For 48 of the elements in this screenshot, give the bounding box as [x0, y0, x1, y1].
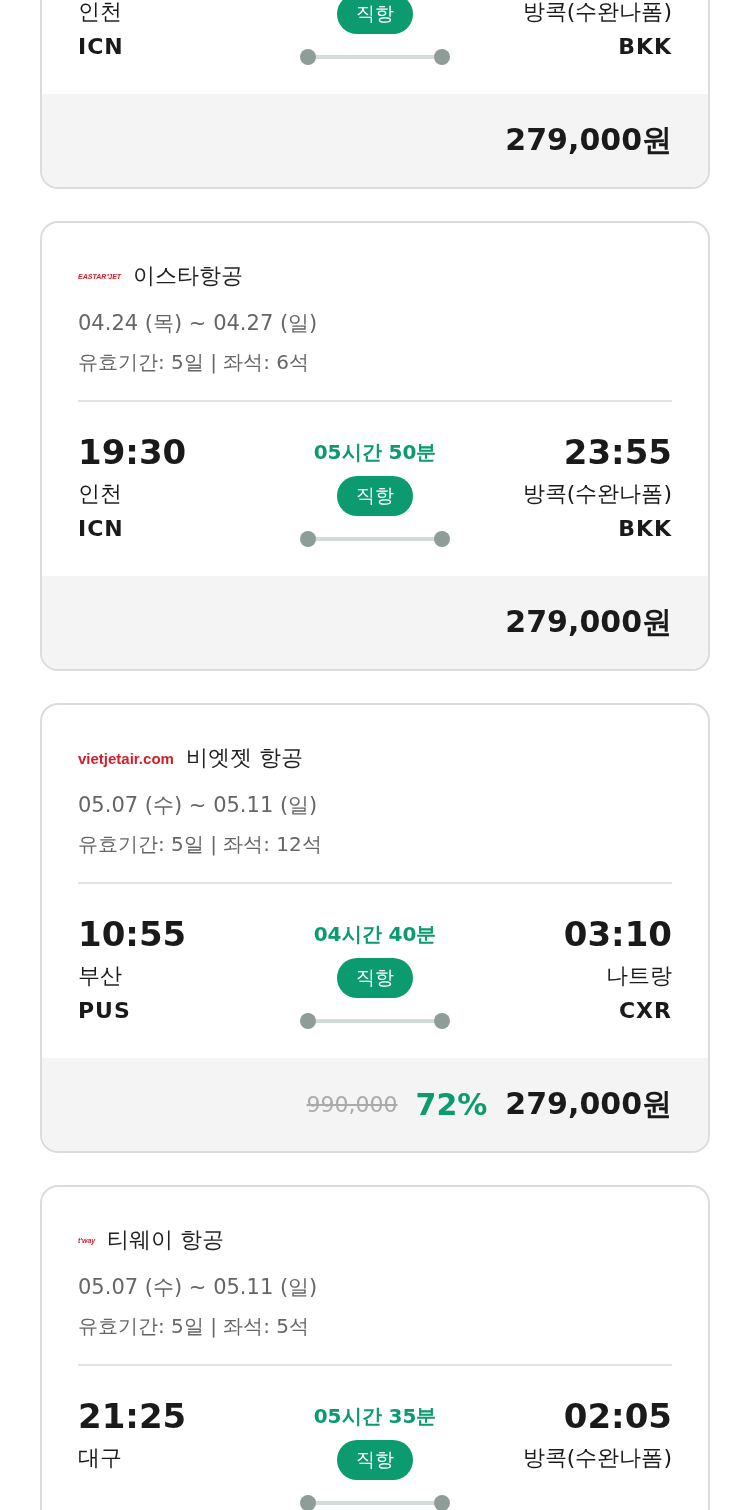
- airline-name: 티웨이 항공: [107, 1226, 225, 1254]
- airline-name: 이스타항공: [133, 262, 244, 290]
- validity-seats: 유효기간: 5일 | 좌석: 12석: [42, 819, 708, 858]
- departure-city: 인천: [78, 0, 122, 26]
- departure-code: ICN: [78, 33, 124, 61]
- arrival-code: BKK: [618, 33, 672, 61]
- arrival-code: CXR: [618, 997, 672, 1025]
- flight-card[interactable]: vietjetair.com 비엣젯 항공 05.07 (수) ~ 05.11 (일) 유효기간: 5일 | 좌석: 12석 10:55 부산 PUS 04시간 40분 직항 03:10 나트랑 CXR 990,000 72% 279,000원: [40, 703, 710, 1153]
- departure-time: 10:55: [78, 913, 187, 956]
- flight-duration: 04시간 40분: [313, 921, 437, 948]
- departure-city: 대구: [78, 1444, 122, 1472]
- arrival-time: 02:05: [563, 1395, 672, 1438]
- direct-badge: 직항: [337, 0, 413, 34]
- travel-dates: 04.24 (목) ~ 04.27 (일): [77, 310, 319, 337]
- direct-badge: 직항: [337, 476, 413, 516]
- departure-time: 21:25: [78, 1395, 187, 1438]
- arrival-code: BKK: [618, 515, 672, 543]
- price: 279,000원: [505, 1085, 672, 1123]
- direct-badge: 직항: [337, 958, 413, 998]
- departure-code: PUS: [78, 997, 131, 1025]
- arrival-city: 방콕(수완나폼): [522, 0, 672, 26]
- validity-seats: 유효기간: 5일 | 좌석: 6석: [42, 337, 708, 376]
- flight-duration: 05시간 35분: [313, 1403, 437, 1430]
- route-line-icon: [300, 48, 450, 66]
- departure-city: 부산: [78, 962, 122, 990]
- travel-dates: 05.07 (수) ~ 05.11 (일): [77, 1274, 319, 1301]
- validity-seats: 유효기간: 5일 | 좌석: 5석: [42, 1301, 708, 1340]
- airline-name: 비엣젯 항공: [185, 744, 303, 772]
- arrival-city: 방콕(수완나폼): [522, 480, 672, 508]
- direct-badge: 직항: [337, 1440, 413, 1480]
- airline-logo: vietjetair.com: [78, 749, 174, 767]
- departure-city: 인천: [78, 480, 122, 508]
- departure-code: ICN: [78, 515, 124, 543]
- flight-duration: 05시간 50분: [313, 439, 437, 466]
- departure-time: 19:30: [78, 431, 187, 474]
- arrival-city: 방콕(수완나폼): [522, 1444, 672, 1472]
- route-line-icon: [300, 530, 450, 548]
- discount-rate: 72%: [415, 1087, 488, 1122]
- arrival-city: 나트랑: [606, 962, 672, 990]
- arrival-time: 23:55: [563, 431, 672, 474]
- travel-dates: 05.07 (수) ~ 05.11 (일): [77, 792, 319, 819]
- price: 279,000원: [505, 121, 672, 159]
- route-line-icon: [300, 1012, 450, 1030]
- arrival-time: 03:10: [563, 913, 672, 956]
- flight-card[interactable]: 인천 ICN 직항 방콕(수완나폼) BKK 279,000원: [40, 0, 710, 189]
- original-price: 990,000: [306, 1092, 398, 1117]
- price: 279,000원: [505, 603, 672, 641]
- route-line-icon: [300, 1494, 450, 1510]
